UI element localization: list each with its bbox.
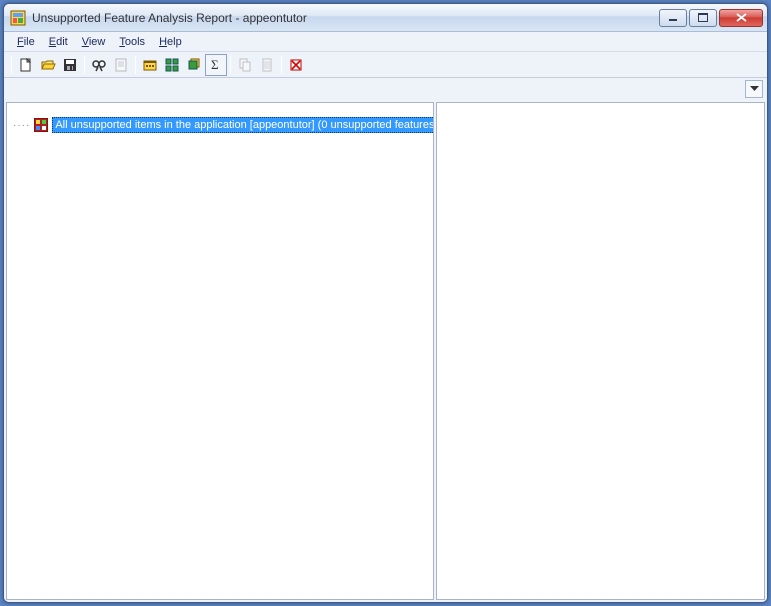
split-panes: ···· All unsupported items in the applic… <box>6 102 765 600</box>
window-title: Unsupported Feature Analysis Report - ap… <box>30 11 659 25</box>
svg-text:Σ: Σ <box>211 57 219 72</box>
toolbar: Σ <box>4 52 767 78</box>
tree-root-label[interactable]: All unsupported items in the application… <box>52 117 434 133</box>
report-icon <box>34 118 48 132</box>
toolbar-separator <box>84 56 85 74</box>
toolbar-separator <box>135 56 136 74</box>
window-buttons <box>659 9 763 27</box>
detail-pane[interactable] <box>436 102 765 600</box>
client-area: ···· All unsupported items in the applic… <box>4 78 767 602</box>
menu-file[interactable]: File <box>10 34 42 50</box>
menu-help[interactable]: Help <box>152 34 189 50</box>
sigma-icon[interactable]: Σ <box>205 54 227 76</box>
menubar: File Edit View Tools Help <box>4 32 767 52</box>
close-button[interactable] <box>719 9 763 27</box>
titlebar: Unsupported Feature Analysis Report - ap… <box>4 4 767 32</box>
minimize-button[interactable] <box>659 9 687 27</box>
app-window: Unsupported Feature Analysis Report - ap… <box>3 3 768 603</box>
maximize-button[interactable] <box>689 9 717 27</box>
chevron-down-icon[interactable] <box>745 80 763 98</box>
menu-tools[interactable]: Tools <box>112 34 152 50</box>
dropdown-bar <box>6 80 765 100</box>
tree: ···· All unsupported items in the applic… <box>7 103 433 139</box>
copy-icon[interactable] <box>234 54 256 76</box>
tree-pane[interactable]: ···· All unsupported items in the applic… <box>6 102 434 600</box>
page-icon[interactable] <box>110 54 132 76</box>
tree-root-node[interactable]: ···· All unsupported items in the applic… <box>13 117 427 133</box>
menu-edit[interactable]: Edit <box>42 34 75 50</box>
app-icon <box>10 10 26 26</box>
app-icon-button[interactable] <box>139 54 161 76</box>
open-icon[interactable] <box>37 54 59 76</box>
find-icon[interactable] <box>88 54 110 76</box>
grid-icon[interactable] <box>161 54 183 76</box>
save-icon[interactable] <box>59 54 81 76</box>
menu-view[interactable]: View <box>75 34 113 50</box>
toolbar-separator <box>11 56 12 74</box>
new-icon[interactable] <box>15 54 37 76</box>
tree-connector: ···· <box>13 120 30 131</box>
dropdown-field[interactable] <box>6 80 745 100</box>
grid-stack-icon[interactable] <box>183 54 205 76</box>
toolbar-separator <box>230 56 231 74</box>
delete-icon[interactable] <box>285 54 307 76</box>
doc-icon[interactable] <box>256 54 278 76</box>
toolbar-separator <box>281 56 282 74</box>
